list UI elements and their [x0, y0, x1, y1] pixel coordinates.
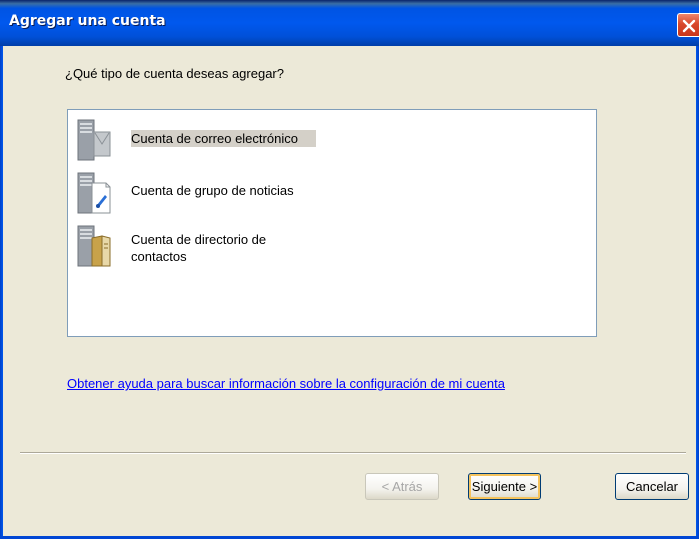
window-title: Agregar una cuenta [9, 13, 166, 29]
directory-account-label-line2: contactos [131, 249, 187, 264]
divider [20, 452, 686, 454]
email-account-label: Cuenta de correo electrónico [131, 130, 316, 147]
news-server-icon [77, 172, 111, 214]
news-account-label: Cuenta de grupo de noticias [131, 183, 294, 198]
directory-server-icon [77, 225, 111, 267]
mail-server-icon [77, 119, 111, 161]
account-type-list[interactable]: Cuenta de correo electrónico Cuenta de g… [67, 109, 597, 337]
help-link[interactable]: Obtener ayuda para buscar información so… [67, 376, 505, 391]
next-button[interactable]: Siguiente > [468, 473, 541, 500]
account-type-question: ¿Qué tipo de cuenta deseas agregar? [65, 66, 284, 81]
dialog-body: ¿Qué tipo de cuenta deseas agregar? Cuen… [3, 46, 696, 536]
back-button[interactable]: < Atrás [365, 473, 439, 500]
cancel-button[interactable]: Cancelar [615, 473, 689, 500]
close-icon [682, 19, 696, 33]
close-button[interactable] [677, 13, 699, 37]
title-bar[interactable]: Agregar una cuenta [0, 0, 699, 46]
directory-account-label: Cuenta de directorio de contactos [131, 231, 266, 265]
directory-account-label-line1: Cuenta de directorio de [131, 232, 267, 247]
